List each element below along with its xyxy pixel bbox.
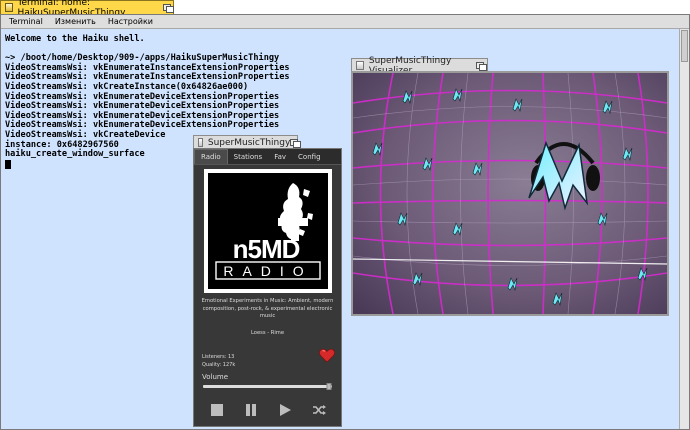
pause-icon <box>246 404 256 416</box>
tab-config[interactable]: Config <box>292 149 326 164</box>
shuffle-button[interactable] <box>311 402 327 418</box>
volume-label: Volume <box>202 373 229 381</box>
visualizer-window[interactable] <box>351 71 669 316</box>
cover-subtitle: RADIO <box>223 263 312 279</box>
now-playing-track: Loess - Rime <box>250 330 285 336</box>
terminal-line: Welcome to the Haiku shell. <box>5 34 145 44</box>
player-window-tab[interactable]: SuperMusicThingy <box>193 135 301 149</box>
text-cursor <box>5 159 11 169</box>
stop-icon <box>211 404 223 416</box>
player-window: Radio Stations Fav Config n5MD RADIO Emo… <box>193 148 342 427</box>
volume-slider[interactable] <box>203 383 332 390</box>
close-icon[interactable] <box>198 138 203 147</box>
cover-brand: n5MD <box>233 234 300 264</box>
player-tabbar: Radio Stations Fav Config <box>194 149 341 165</box>
station-logo: n5MD RADIO <box>215 183 321 280</box>
stop-button[interactable] <box>209 402 225 418</box>
terminal-scrollbar[interactable] <box>679 29 689 429</box>
zoom-icon[interactable] <box>476 61 487 71</box>
close-icon[interactable] <box>356 61 364 70</box>
station-description: Emotional Experiments in Music: Ambient,… <box>201 298 334 319</box>
menu-terminal[interactable]: Terminal <box>3 17 49 26</box>
player-title: SuperMusicThingy <box>207 137 291 148</box>
visualizer-canvas <box>353 73 667 314</box>
tab-fav[interactable]: Fav <box>268 149 292 164</box>
visualizer-window-tab[interactable]: SuperMusicThingy Visualizer <box>351 56 488 76</box>
play-button[interactable] <box>277 402 293 418</box>
terminal-menubar: Terminal Изменить Настройки <box>1 15 689 29</box>
listeners-count: Listeners: 13 <box>202 354 235 360</box>
zoom-icon[interactable] <box>290 138 301 148</box>
station-cover-art: n5MD RADIO <box>204 169 332 293</box>
tab-radio[interactable]: Radio <box>194 149 228 164</box>
zoom-icon[interactable] <box>162 3 175 13</box>
volume-slider-thumb[interactable] <box>326 383 332 390</box>
playback-controls <box>194 402 341 418</box>
shuffle-icon <box>313 405 326 415</box>
stream-quality: Quality: 127k <box>202 362 236 368</box>
menu-edit[interactable]: Изменить <box>49 17 102 26</box>
play-icon <box>280 404 291 416</box>
heart-icon[interactable] <box>319 348 335 363</box>
pause-button[interactable] <box>243 402 259 418</box>
terminal-window-tab[interactable]: Terminal: home: HaikuSuperMusicThingy <box>0 0 175 18</box>
stream-info: Listeners: 13 Quality: 127k <box>202 353 235 369</box>
menu-settings[interactable]: Настройки <box>102 17 159 26</box>
tab-stations[interactable]: Stations <box>228 149 269 164</box>
scrollbar-thumb[interactable] <box>681 30 688 62</box>
close-icon[interactable] <box>5 3 13 12</box>
